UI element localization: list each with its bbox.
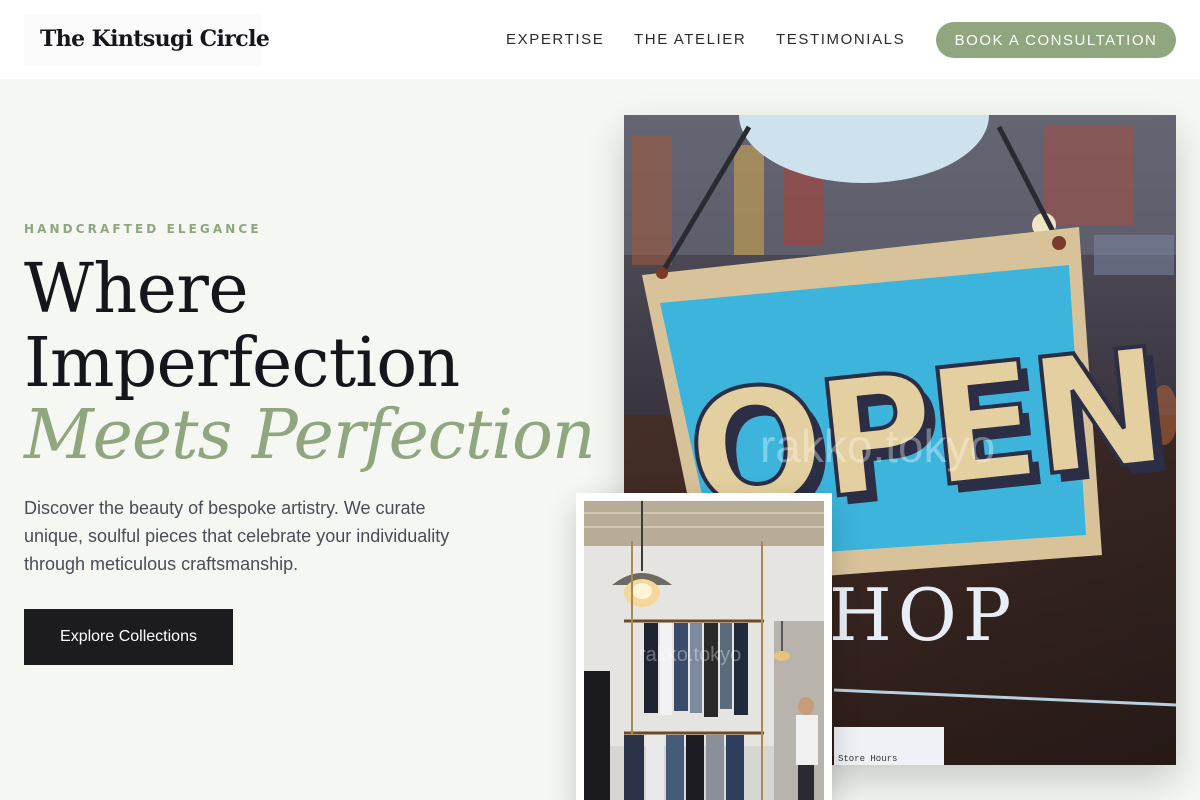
hero-eyebrow: HANDCRAFTED ELEGANCE <box>24 222 262 236</box>
store-hours-tag: Store Hours <box>838 754 897 764</box>
hero-description: Discover the beauty of bespoke artistry.… <box>24 498 450 574</box>
nav-link-testimonials[interactable]: TESTIMONIALS <box>776 31 905 48</box>
hero-secondary-image-frame: rakko.tokyo <box>576 493 832 800</box>
site-logo[interactable]: The Kintsugi Circle <box>40 26 270 52</box>
nav-link-expertise[interactable]: EXPERTISE <box>506 31 604 48</box>
hero-headline-accent: Meets Perfection <box>24 396 596 475</box>
hero-headline-line2: Imperfection <box>24 324 460 403</box>
site-header: The Kintsugi Circle EXPERTISE THE ATELIE… <box>0 0 1200 79</box>
explore-collections-button[interactable]: Explore Collections <box>24 609 233 665</box>
secondary-photo-watermark: rakko.tokyo <box>639 644 741 666</box>
window-lettering: HOP <box>829 573 1017 657</box>
main-photo-watermark: rakko.tokyo <box>760 420 995 472</box>
book-consultation-button[interactable]: BOOK A CONSULTATION <box>936 22 1176 58</box>
nav-link-the-atelier[interactable]: THE ATELIER <box>634 31 746 48</box>
hero-secondary-image: rakko.tokyo <box>584 501 824 800</box>
hero-headline-line1: Where <box>24 250 249 329</box>
clothing-rack-photo: rakko.tokyo <box>584 501 824 800</box>
